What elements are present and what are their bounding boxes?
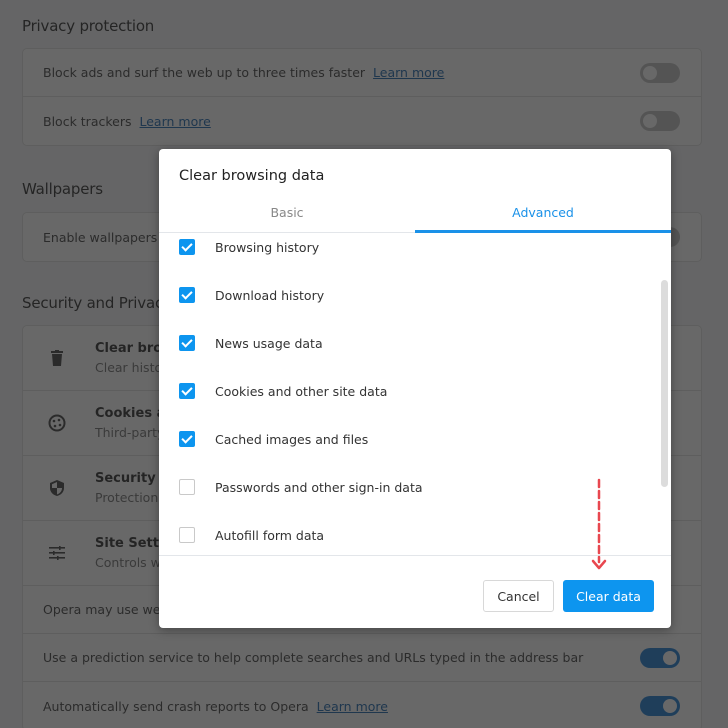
item-download-history[interactable]: Download history — [179, 285, 324, 305]
checkbox-passwords-sign-in[interactable] — [179, 479, 195, 495]
cancel-button[interactable]: Cancel — [483, 580, 554, 612]
item-passwords-sign-in[interactable]: Passwords and other sign-in data — [179, 477, 423, 497]
label-download-history: Download history — [215, 287, 325, 303]
item-cached-images-files[interactable]: Cached images and files — [179, 429, 368, 449]
label-autofill-form-data: Autofill form data — [215, 527, 325, 543]
tab-basic[interactable]: Basic — [159, 201, 415, 232]
label-passwords-sign-in: Passwords and other sign-in data — [215, 479, 423, 495]
list-scrollbar[interactable] — [661, 280, 668, 487]
checkbox-news-usage-data[interactable] — [179, 335, 195, 351]
tab-advanced[interactable]: Advanced — [415, 201, 671, 233]
clear-data-button[interactable]: Clear data — [563, 580, 654, 612]
checkbox-autofill-form-data[interactable] — [179, 527, 195, 543]
checkbox-browsing-history[interactable] — [179, 239, 195, 255]
dialog-tabs: Basic Advanced — [159, 201, 671, 233]
label-news-usage-data: News usage data — [215, 335, 323, 351]
label-cached-images-files: Cached images and files — [215, 431, 369, 447]
annotation-arrow-icon — [591, 478, 607, 570]
label-browsing-history: Browsing history — [215, 239, 320, 255]
item-cookies-site-data[interactable]: Cookies and other site data — [179, 381, 387, 401]
label-cookies-site-data: Cookies and other site data — [215, 383, 388, 399]
checkbox-cached-images-files[interactable] — [179, 431, 195, 447]
dialog-title: Clear browsing data — [179, 168, 325, 184]
item-browsing-history[interactable]: Browsing history — [179, 237, 319, 257]
checkbox-download-history[interactable] — [179, 287, 195, 303]
item-news-usage-data[interactable]: News usage data — [179, 333, 323, 353]
checkbox-cookies-site-data[interactable] — [179, 383, 195, 399]
item-autofill-form-data[interactable]: Autofill form data — [179, 525, 324, 545]
